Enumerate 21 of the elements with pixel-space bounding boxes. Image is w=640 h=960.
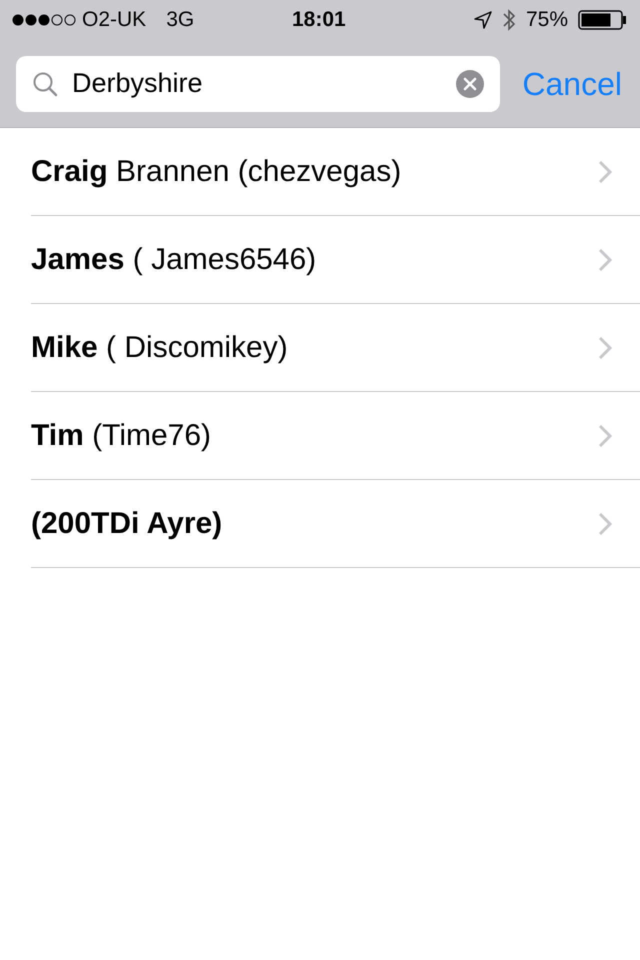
chevron-icon[interactable] [598, 512, 612, 536]
battery-percent: 75% [526, 7, 568, 34]
chevron-icon[interactable] [598, 336, 612, 360]
network-type: 3G [166, 7, 194, 34]
result-name: (200TDi Ayre) [31, 506, 224, 542]
location-arrow-icon [474, 11, 492, 29]
result-name: Tim (Time76) [31, 418, 212, 454]
bluetooth-icon [502, 8, 516, 32]
chevron-icon[interactable] [598, 160, 612, 184]
clear-icon[interactable] [456, 70, 484, 98]
search-icon [32, 70, 58, 96]
search-field[interactable]: Derbyshire [16, 56, 500, 112]
chevron-icon[interactable] [598, 424, 612, 448]
result-name: James ( James6546) [31, 242, 318, 278]
chevron-icon[interactable] [598, 248, 612, 272]
clock-time: 18:01 [292, 7, 346, 34]
battery-icon [578, 10, 628, 30]
result-name: Mike ( Discomikey) [31, 330, 289, 366]
search-input[interactable]: Derbyshire [72, 63, 456, 104]
carrier-name: O2-UK [82, 7, 146, 34]
result-name: Craig Brannen (chezvegas) [31, 154, 402, 190]
